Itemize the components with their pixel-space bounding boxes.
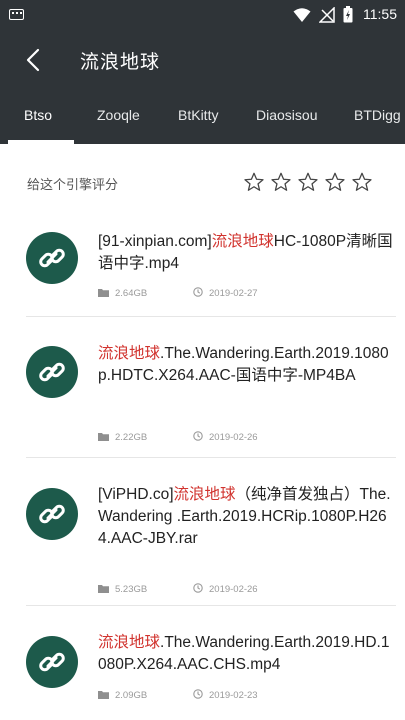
star-icon[interactable] [297,171,319,193]
tab-zooqle[interactable]: Zooqle [97,107,140,123]
tab-diaosisou[interactable]: Diaosisou [256,107,317,123]
file-size: 2.22GB [115,432,148,443]
link-icon [26,232,78,284]
star-icon[interactable] [351,171,373,193]
star-icon[interactable] [270,171,292,193]
status-bar: 11:55 [0,0,405,30]
result-meta: 2.64GB 2019-02-27 [98,287,258,300]
divider [26,457,396,458]
folder-icon [98,690,109,702]
back-arrow-icon[interactable] [20,46,48,74]
result-title: 流浪地球.The.Wandering.Earth.2019.HD.1080P.X… [98,634,390,673]
result-meta: 2.22GB 2019-02-26 [98,431,258,444]
file-date: 2019-02-27 [209,288,258,299]
page-title: 流浪地球 [80,51,161,73]
divider [26,605,396,606]
file-size: 5.23GB [115,584,148,595]
engine-tabs: Btso Zooqle BtKitty Diaosisou BTDigg [0,92,405,144]
link-icon [26,346,78,398]
folder-icon [98,288,109,300]
clock-icon [193,583,203,596]
file-date: 2019-02-26 [209,584,258,595]
rating-label: 给这个引擎评分 [27,178,119,193]
result-title: [ViPHD.co]流浪地球（纯净首发独占）The.Wandering .Ear… [98,486,391,547]
rating-stars [243,171,373,193]
wifi-icon [293,7,311,22]
file-size: 2.09GB [115,690,148,701]
result-meta: 5.23GB 2019-02-26 [98,583,258,596]
status-icons [293,6,353,23]
clock-icon [193,431,203,444]
engine-rating: 给这个引擎评分 [0,160,405,210]
result-title: [91-xinpian.com]流浪地球HC-1080P清晰国语中字.mp4 [98,233,393,272]
clock-icon [193,689,203,702]
tab-indicator [8,140,74,144]
result-title: 流浪地球.The.Wandering.Earth.2019.1080p.HDTC… [98,345,389,384]
battery-icon [343,6,353,23]
no-signal-icon [319,6,335,23]
file-date: 2019-02-23 [209,690,258,701]
star-icon[interactable] [243,171,265,193]
folder-icon [98,432,109,444]
tab-btdigg[interactable]: BTDigg [354,107,401,123]
tab-btkitty[interactable]: BtKitty [178,107,218,123]
clock-icon [193,287,203,300]
divider [26,316,396,317]
keyboard-icon [9,9,24,20]
link-icon [26,488,78,540]
tab-btso[interactable]: Btso [24,107,52,123]
star-icon[interactable] [324,171,346,193]
app-bar: 流浪地球 [0,30,405,92]
status-time: 11:55 [363,6,397,22]
file-size: 2.64GB [115,288,148,299]
result-meta: 2.09GB 2019-02-23 [98,689,258,702]
file-date: 2019-02-26 [209,432,258,443]
link-icon [26,636,78,688]
folder-icon [98,584,109,596]
